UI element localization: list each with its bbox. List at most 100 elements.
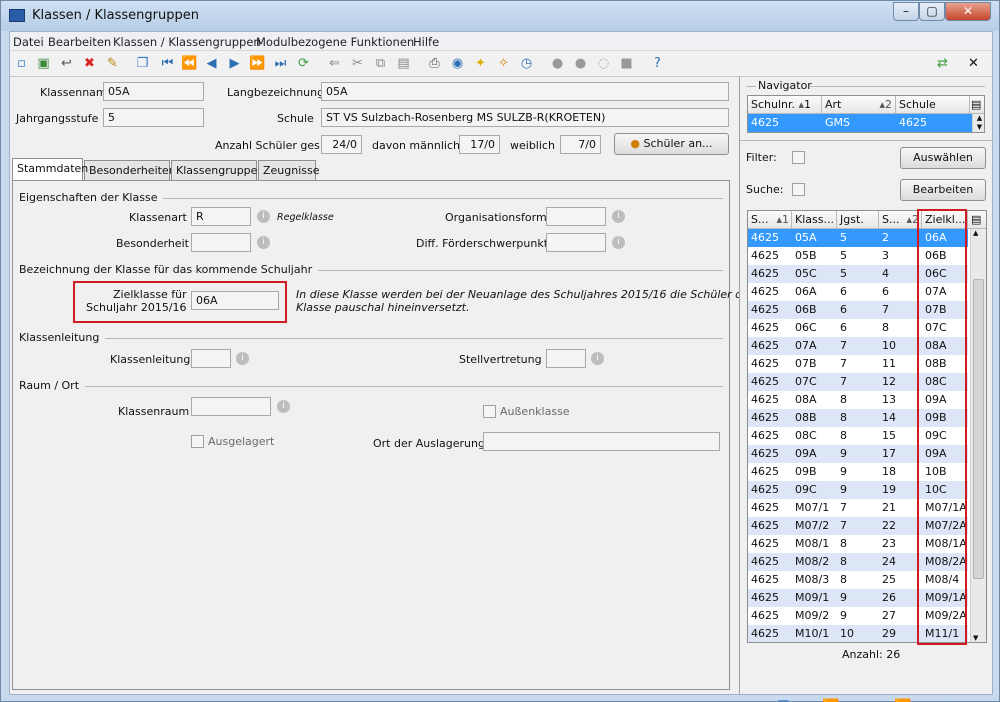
info-icon[interactable]: i xyxy=(257,210,270,223)
jahrgangsstufe-field[interactable]: 5 xyxy=(103,108,204,127)
number-icon[interactable]: ◌ xyxy=(595,55,612,72)
klassenart-field[interactable]: R xyxy=(191,207,251,226)
klassenraum-field[interactable] xyxy=(191,397,271,416)
tool-icon[interactable]: ■ xyxy=(618,55,635,72)
schueler-an-button[interactable]: ● Schüler an... xyxy=(614,133,729,155)
toolbar: ▫ ▣ ↩ ✖ ✎ ❐ ⏮ ⏪ ◀ ▶ ⏩ ⏭ ⟳ ⇐ ✂ ⧉ ▤ ⎙ ◉ ✦ … xyxy=(10,51,992,77)
col-art[interactable]: Art ▴2 xyxy=(822,96,896,114)
close-form-icon[interactable]: ✕ xyxy=(965,55,982,72)
col-s2[interactable]: S... ▴2 xyxy=(879,211,922,229)
first-icon[interactable]: ⏮ xyxy=(159,55,176,72)
back-icon[interactable]: ⇐ xyxy=(326,55,343,72)
export-icon[interactable]: ⇄ xyxy=(934,55,951,72)
info-icon[interactable]: i xyxy=(257,236,270,249)
column-chooser-icon[interactable]: ▤ xyxy=(968,211,986,229)
list-cell: 9 xyxy=(840,465,847,478)
langbezeichnung-field[interactable]: 05A xyxy=(321,82,729,101)
foerder-field[interactable] xyxy=(546,233,606,252)
scroll-up-icon[interactable]: ▲ xyxy=(973,229,978,237)
preview-icon[interactable]: ◉ xyxy=(449,55,466,72)
save-icon[interactable]: ▣ xyxy=(35,55,52,72)
prev-page-icon[interactable]: ⏪ xyxy=(181,55,198,72)
navigator-panel: Navigator Schulnr. ▴1 Art ▴2 Schule ▤ 46… xyxy=(739,77,993,702)
tab-stammdaten[interactable]: Stammdaten xyxy=(12,158,88,180)
ort-auslagerung-field[interactable] xyxy=(483,432,720,451)
auswaehlen-button[interactable]: Auswählen xyxy=(900,147,986,169)
col-schulnr[interactable]: Schulnr. ▴1 xyxy=(748,96,822,114)
maximize-button[interactable]: ▢ xyxy=(919,2,945,21)
besonderheit-field[interactable] xyxy=(191,233,251,252)
menu-hilfe[interactable]: Hilfe xyxy=(413,35,439,49)
copy-icon[interactable]: ⧉ xyxy=(372,55,389,72)
tab-klassengruppen[interactable]: Klassengruppen xyxy=(171,160,264,180)
next-page-icon[interactable]: ⏩ xyxy=(249,55,266,72)
copy-record-icon[interactable]: ❐ xyxy=(134,55,151,72)
navigator-title: Navigator xyxy=(758,79,812,92)
list-cell: 7 xyxy=(840,339,847,352)
menu-datei[interactable]: Datei xyxy=(13,35,44,49)
hint-icon[interactable]: ✦ xyxy=(472,55,489,72)
klassenname-field[interactable]: 05A xyxy=(103,82,204,101)
list-cell: 08C xyxy=(795,429,817,442)
clean-icon[interactable]: ✧ xyxy=(495,55,512,72)
column-chooser-icon[interactable]: ▤ xyxy=(970,96,984,114)
zielklasse-note-1: In diese Klasse werden bei der Neuanlage… xyxy=(296,288,769,301)
col-s[interactable]: S... ▴1 xyxy=(748,211,792,229)
list-cell: 4625 xyxy=(751,231,779,244)
edit-icon[interactable]: ✎ xyxy=(104,55,121,72)
close-button[interactable]: ✕ xyxy=(945,2,991,21)
col-klasse[interactable]: Klass... xyxy=(792,211,837,229)
schule-field[interactable]: ST VS Sulzbach-Rosenberg MS SULZB-R(KROE… xyxy=(321,108,729,127)
list-cell: 05A xyxy=(795,231,817,244)
filter-checkbox[interactable] xyxy=(792,151,805,164)
info-icon[interactable]: i xyxy=(236,352,249,365)
klassenart-text: Regelklasse xyxy=(277,212,334,223)
bearbeiten-button[interactable]: Bearbeiten xyxy=(900,179,986,201)
minimize-button[interactable]: – xyxy=(893,2,919,21)
users-icon[interactable]: ● xyxy=(549,55,566,72)
aussenklasse-checkbox[interactable] xyxy=(483,405,496,418)
users-icon: ● xyxy=(630,137,641,150)
klassenleitung-field[interactable] xyxy=(191,349,231,368)
tab-besonderheiten[interactable]: Besonderheiten xyxy=(84,160,176,180)
paste-icon[interactable]: ▤ xyxy=(395,55,412,72)
ausgelagert-checkbox[interactable] xyxy=(191,435,204,448)
group-icon[interactable]: ● xyxy=(572,55,589,72)
info-icon[interactable]: i xyxy=(591,352,604,365)
list-cell: 18 xyxy=(882,465,896,478)
info-icon[interactable]: i xyxy=(277,400,290,413)
info-icon[interactable]: i xyxy=(612,236,625,249)
refresh-icon[interactable]: ⟳ xyxy=(295,55,312,72)
delete-icon[interactable]: ✖ xyxy=(81,55,98,72)
next-icon[interactable]: ▶ xyxy=(226,55,243,72)
class-list-scrollbar[interactable]: ▲ ▼ xyxy=(970,229,986,642)
suche-checkbox[interactable] xyxy=(792,183,805,196)
tab-zeugnisse[interactable]: Zeugnisse xyxy=(258,160,320,180)
clock-icon[interactable]: ◷ xyxy=(518,55,535,72)
list-cell: 8 xyxy=(840,429,847,442)
school-grid-scrollbar[interactable]: ▲ ▼ xyxy=(972,114,984,132)
print-icon[interactable]: ⎙ xyxy=(426,55,443,72)
stellvertretung-field[interactable] xyxy=(546,349,586,368)
col-schule[interactable]: Schule xyxy=(896,96,970,114)
zielklasse-field[interactable]: 06A xyxy=(191,291,279,310)
cut-icon[interactable]: ✂ xyxy=(349,55,366,72)
last-icon[interactable]: ⏭ xyxy=(272,55,289,72)
menu-modulbezogene-funktionen[interactable]: Modulbezogene Funktionen xyxy=(256,35,414,49)
school-row[interactable]: 4625 GMS 4625 xyxy=(748,114,972,132)
prev-icon[interactable]: ◀ xyxy=(203,55,220,72)
info-icon[interactable]: i xyxy=(612,210,625,223)
orgform-field[interactable] xyxy=(546,207,606,226)
menu-bearbeiten[interactable]: Bearbeiten xyxy=(48,35,111,49)
help-icon[interactable]: ? xyxy=(649,55,666,72)
new-icon[interactable]: ▫ xyxy=(13,55,30,72)
app-window: Klassen / Klassengruppen – ▢ ✕ Datei Bea… xyxy=(0,0,1000,702)
col-jgst[interactable]: Jgst. xyxy=(837,211,879,229)
aussenklasse-label: Außenklasse xyxy=(500,405,570,418)
school-grid: Schulnr. ▴1 Art ▴2 Schule ▤ 4625 GMS 462… xyxy=(747,95,985,133)
undo-icon[interactable]: ↩ xyxy=(58,55,75,72)
scroll-thumb[interactable] xyxy=(973,279,984,579)
scroll-down-icon[interactable]: ▼ xyxy=(973,634,978,642)
list-cell: 22 xyxy=(882,519,896,532)
menu-klassen[interactable]: Klassen / Klassengruppen xyxy=(113,35,261,49)
